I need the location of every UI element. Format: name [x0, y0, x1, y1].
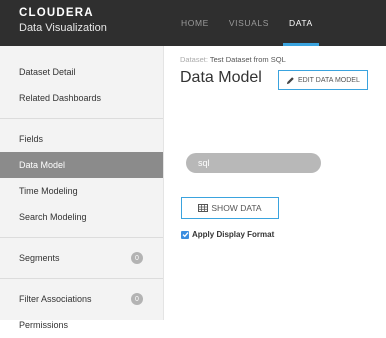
brand-product: Data Visualization [19, 21, 107, 34]
sidebar-divider [0, 237, 163, 238]
dataset-name: Test Dataset from SQL [209, 55, 286, 64]
count-badge: 0 [131, 252, 143, 264]
breadcrumb: Dataset: Test Dataset from SQL [180, 55, 286, 64]
sidebar-item-segments[interactable]: Segments 0 [0, 245, 163, 271]
sidebar-item-fields[interactable]: Fields [0, 126, 163, 152]
apply-display-format: Apply Display Format [181, 230, 274, 239]
checkbox-checked-icon[interactable] [181, 230, 189, 239]
pencil-icon [286, 76, 294, 84]
sidebar-divider [0, 278, 163, 279]
sidebar-item-label: Related Dashboards [19, 93, 102, 103]
sidebar-item-label: Segments [19, 253, 60, 263]
sidebar-item-label: Permissions [19, 320, 69, 330]
edit-data-model-button[interactable]: EDIT DATA MODEL [278, 70, 368, 90]
check-mark-icon [182, 232, 188, 238]
sidebar-item-related-dashboards[interactable]: Related Dashboards [0, 85, 163, 111]
sidebar-item-label: Dataset Detail [19, 67, 76, 77]
sql-table-label: sql [198, 158, 210, 168]
table-icon [198, 204, 209, 212]
show-data-button[interactable]: SHOW DATA [181, 197, 279, 219]
sidebar: Dataset Detail Related Dashboards Fields… [0, 46, 164, 330]
sidebar-item-dataset-detail[interactable]: Dataset Detail [0, 59, 163, 85]
sidebar-item-label: Fields [19, 134, 44, 144]
sidebar-item-data-model[interactable]: Data Model [0, 152, 163, 178]
sidebar-item-label: Search Modeling [19, 212, 87, 222]
sidebar-item-permissions[interactable]: Permissions [0, 312, 163, 338]
main-content: Dataset: Test Dataset from SQL Data Mode… [165, 46, 386, 320]
sidebar-item-label: Filter Associations [19, 294, 92, 304]
sidebar-item-search-modeling[interactable]: Search Modeling [0, 204, 163, 230]
sidebar-item-time-modeling[interactable]: Time Modeling [0, 178, 163, 204]
sidebar-item-label: Time Modeling [19, 186, 78, 196]
sql-table-node[interactable]: sql [186, 153, 321, 173]
tab-data[interactable]: DATA [279, 0, 323, 46]
edit-data-model-label: EDIT DATA MODEL [298, 76, 360, 84]
brand-name: CLOUDERA [19, 7, 94, 19]
top-bar: CLOUDERA Data Visualization HOME VISUALS… [0, 0, 386, 46]
sidebar-item-filter-associations[interactable]: Filter Associations 0 [0, 286, 163, 312]
show-data-label: SHOW DATA [211, 203, 262, 213]
breadcrumb-label: Dataset: [180, 55, 208, 64]
count-badge: 0 [131, 293, 143, 305]
tab-home[interactable]: HOME [164, 0, 219, 46]
sidebar-item-label: Data Model [19, 160, 66, 170]
apply-display-format-label: Apply Display Format [192, 230, 275, 239]
page-title: Data Model [180, 69, 262, 86]
tab-visuals[interactable]: VISUALS [219, 0, 279, 46]
sidebar-divider [0, 118, 163, 119]
main-nav: HOME VISUALS DATA [164, 0, 323, 46]
brand-logo[interactable]: CLOUDERA Data Visualization [0, 0, 164, 46]
